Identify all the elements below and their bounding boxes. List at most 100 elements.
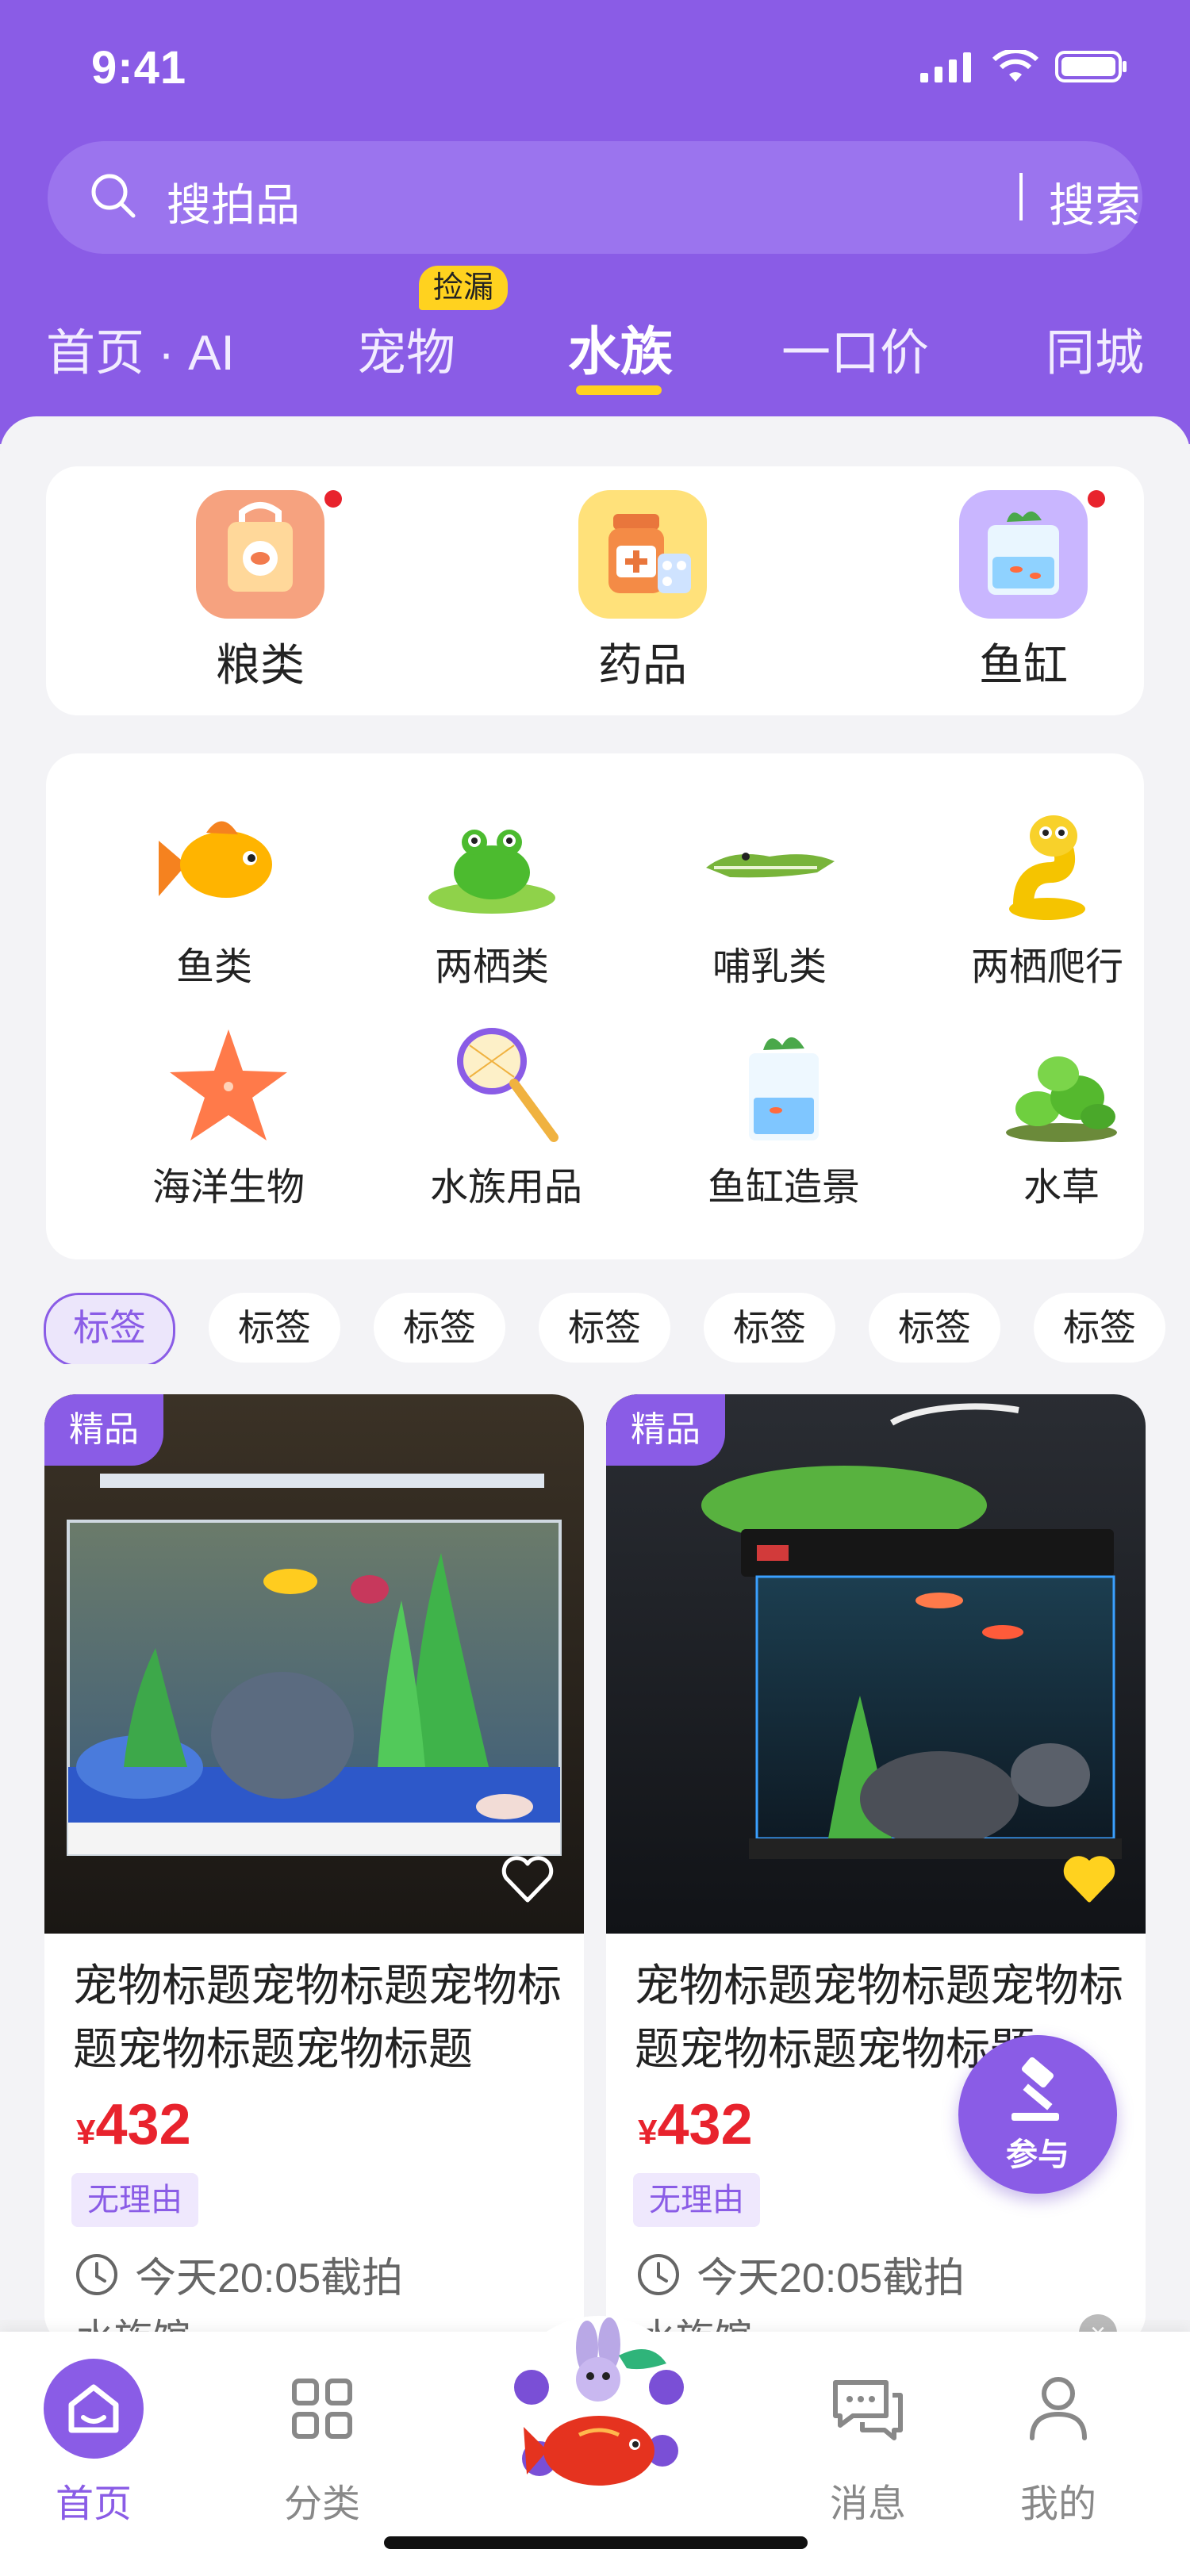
category-amphibian[interactable]: 两栖类 bbox=[373, 801, 611, 991]
nav-label: 分类 bbox=[283, 2483, 360, 2525]
price-currency: ¥ bbox=[76, 2113, 96, 2152]
no-reason-return-tag: 无理由 bbox=[633, 2173, 760, 2227]
product-image[interactable] bbox=[606, 1394, 1146, 1934]
grid-icon bbox=[292, 2379, 352, 2439]
bargain-badge: 捡漏 bbox=[419, 266, 508, 310]
search-button[interactable]: 搜索 bbox=[1049, 168, 1141, 235]
status-bar: 9:41 bbox=[0, 0, 1190, 135]
premium-tag: 精品 bbox=[606, 1394, 725, 1466]
category-fish[interactable]: 鱼类 bbox=[95, 801, 333, 991]
category-water-plants[interactable]: 水草 bbox=[942, 1022, 1180, 1211]
category-mammal[interactable]: 哺乳类 bbox=[651, 801, 889, 991]
category-label: 鱼类 bbox=[175, 946, 252, 988]
tab-local[interactable]: 同城 bbox=[1046, 312, 1144, 384]
search-placeholder[interactable]: 搜拍品 bbox=[167, 170, 300, 234]
quick-entry-tank[interactable]: 鱼缸 bbox=[928, 490, 1119, 694]
filter-chip[interactable]: 标签 bbox=[704, 1293, 835, 1363]
tab-pets[interactable]: 宠物 bbox=[357, 312, 455, 384]
auction-deadline: 今天20:05截拍 bbox=[75, 2244, 403, 2304]
price-value: 432 bbox=[657, 2093, 753, 2156]
quick-entry-card: 粮类 药品 鱼缸 bbox=[46, 466, 1144, 715]
product-card[interactable]: 精品 宠物标题宠物标题宠物标题宠物标题宠物标题 ¥432 无理由 今天20:05… bbox=[44, 1394, 584, 2346]
filter-chips: 标签 标签 标签 标签 标签 标签 标签 bbox=[44, 1293, 1190, 1364]
signal-icon bbox=[920, 52, 971, 82]
header: 9:41 搜拍品 搜索 首页 · AI 宠物 水族 一口价 同城 捡漏 bbox=[0, 0, 1190, 444]
filter-chip[interactable]: 标签 bbox=[374, 1293, 505, 1363]
category-label: 水族用品 bbox=[429, 1167, 582, 1209]
filter-chip[interactable]: 标签 bbox=[44, 1293, 175, 1364]
medicine-icon bbox=[578, 490, 707, 619]
mascot-center-icon[interactable] bbox=[500, 2292, 698, 2530]
participate-button[interactable]: 参与 bbox=[958, 2035, 1117, 2194]
price-currency: ¥ bbox=[638, 2113, 658, 2152]
tab-fixed-price[interactable]: 一口价 bbox=[781, 312, 929, 384]
fishing-net-icon bbox=[457, 1028, 559, 1142]
category-label: 水草 bbox=[1023, 1167, 1100, 1209]
home-icon bbox=[44, 2359, 144, 2459]
category-aquascape[interactable]: 鱼缸造景 bbox=[665, 1022, 903, 1211]
category-label: 海洋生物 bbox=[152, 1167, 305, 1209]
nav-label: 首页 bbox=[55, 2483, 132, 2525]
filter-chip[interactable]: 标签 bbox=[1034, 1293, 1165, 1363]
price-value: 432 bbox=[95, 2093, 191, 2156]
nav-category[interactable]: 分类 bbox=[243, 2359, 401, 2528]
crocodile-icon bbox=[706, 853, 835, 878]
category-reptile[interactable]: 两栖爬行 bbox=[928, 801, 1166, 991]
snake-icon bbox=[1009, 815, 1085, 920]
category-grid: 鱼类 两栖类 哺乳类 两栖爬行 海洋生物 水族用品 鱼缸造景 水草 bbox=[46, 753, 1144, 1259]
user-icon bbox=[1030, 2377, 1087, 2440]
nav-label: 消息 bbox=[829, 2483, 906, 2525]
quick-entry-label: 粮类 bbox=[216, 640, 305, 690]
product-title[interactable]: 宠物标题宠物标题宠物标题宠物标题宠物标题 bbox=[73, 1954, 565, 2081]
frog-icon bbox=[428, 830, 555, 914]
heart-outline-icon[interactable] bbox=[500, 1854, 555, 1903]
deadline-text: 今天20:05截拍 bbox=[135, 2256, 404, 2302]
category-label: 哺乳类 bbox=[712, 946, 827, 988]
nav-label: 我的 bbox=[1019, 2483, 1096, 2525]
tab-home-ai[interactable]: 首页 · AI bbox=[46, 312, 235, 384]
food-bag-icon bbox=[196, 490, 342, 619]
deadline-text: 今天20:05截拍 bbox=[697, 2256, 965, 2302]
filter-chip[interactable]: 标签 bbox=[209, 1293, 340, 1363]
goldfish-icon bbox=[159, 821, 272, 898]
quick-entry-label: 药品 bbox=[598, 640, 687, 690]
nav-messages[interactable]: 消息 bbox=[789, 2359, 947, 2528]
status-icons bbox=[920, 49, 1128, 84]
product-price: ¥432 bbox=[638, 2092, 753, 2157]
red-dot bbox=[1088, 490, 1105, 508]
auction-hammer-icon bbox=[1012, 2057, 1059, 2121]
fish-tank-icon bbox=[959, 490, 1105, 619]
red-dot bbox=[324, 490, 342, 508]
aquarium-icon bbox=[749, 1037, 819, 1140]
heart-filled-icon[interactable] bbox=[1061, 1854, 1117, 1903]
clock-icon bbox=[638, 2253, 679, 2295]
search-icon bbox=[91, 174, 136, 218]
category-marine[interactable]: 海洋生物 bbox=[109, 1022, 347, 1211]
no-reason-return-tag: 无理由 bbox=[71, 2173, 198, 2227]
starfish-icon bbox=[170, 1029, 287, 1140]
product-price: ¥432 bbox=[76, 2092, 191, 2157]
water-plant-icon bbox=[1006, 1056, 1117, 1142]
home-indicator bbox=[384, 2536, 808, 2549]
nav-profile[interactable]: 我的 bbox=[979, 2359, 1138, 2528]
product-image[interactable] bbox=[44, 1394, 584, 1934]
category-label: 两栖爬行 bbox=[970, 946, 1123, 988]
status-time: 9:41 bbox=[91, 42, 187, 94]
product-card[interactable]: 精品 宠物标题宠物标题宠物标题宠物标题宠物标题 ¥432 无理由 今天20:05… bbox=[606, 1394, 1146, 2346]
search-divider bbox=[1019, 173, 1023, 220]
category-supplies[interactable]: 水族用品 bbox=[387, 1022, 625, 1211]
top-tabs: 首页 · AI 宠物 水族 一口价 同城 bbox=[0, 301, 1190, 397]
participate-label: 参与 bbox=[1006, 2137, 1069, 2172]
filter-chip[interactable]: 标签 bbox=[539, 1293, 670, 1363]
premium-tag: 精品 bbox=[44, 1394, 163, 1466]
quick-entry-medicine[interactable]: 药品 bbox=[547, 490, 738, 694]
active-tab-indicator bbox=[576, 385, 662, 395]
filter-chip[interactable]: 标签 bbox=[869, 1293, 1000, 1363]
nav-home[interactable]: 首页 bbox=[14, 2359, 173, 2528]
wifi-icon bbox=[992, 50, 1039, 82]
quick-entry-food[interactable]: 粮类 bbox=[165, 490, 355, 694]
clock-icon bbox=[76, 2253, 117, 2295]
search-bar[interactable]: 搜拍品 搜索 bbox=[48, 141, 1142, 254]
tab-aquatic[interactable]: 水族 bbox=[568, 309, 673, 385]
battery-icon bbox=[1055, 51, 1127, 82]
